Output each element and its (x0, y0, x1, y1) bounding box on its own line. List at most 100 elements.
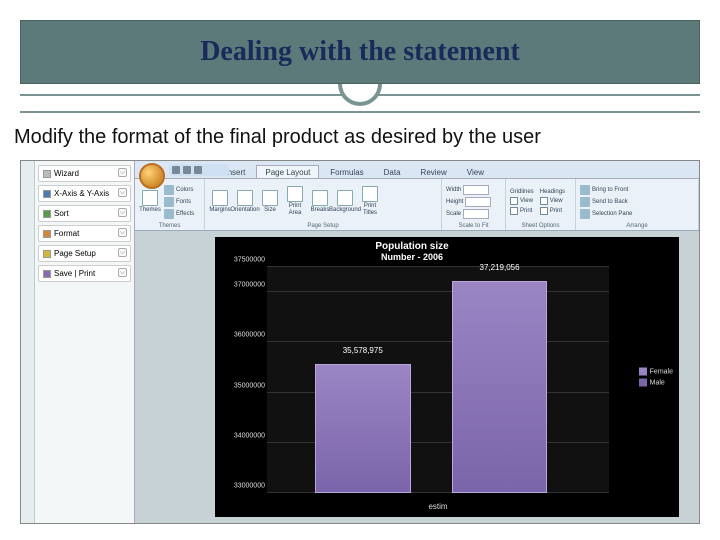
worksheet-area: Population size Number - 2006 35,578,975 (135, 231, 699, 523)
fonts-button[interactable]: Fonts (164, 197, 194, 207)
label: Height (446, 199, 463, 205)
wizard-item-saveprint[interactable]: Save | Print ⌵ (38, 265, 131, 282)
y-tick: 37000000 (219, 282, 265, 289)
breaks-icon (312, 190, 328, 206)
title-box: Dealing with the statement (20, 20, 700, 84)
label: Selection Pane (592, 211, 632, 217)
gridlines-print-checkbox[interactable]: Print (510, 207, 534, 215)
tab-view[interactable]: View (458, 165, 493, 178)
wizard-item-wizard[interactable]: Wizard ⌵ (38, 165, 131, 182)
background-button[interactable]: Background (334, 190, 356, 214)
scale-input[interactable] (463, 209, 489, 219)
tab-review[interactable]: Review (412, 165, 456, 178)
legend-label: Female (650, 368, 673, 375)
width-field[interactable]: Width (446, 185, 491, 195)
gridline (267, 291, 609, 292)
headings-print-checkbox[interactable]: Print (540, 207, 565, 215)
group-title: Page Setup (209, 223, 437, 229)
effects-button[interactable]: Effects (164, 209, 194, 219)
label: Bring to Front (592, 187, 628, 193)
label: Fonts (176, 199, 191, 205)
qat-icon[interactable] (183, 166, 191, 174)
margins-button[interactable]: Margins (209, 190, 231, 214)
selection-pane-button[interactable]: Selection Pane (580, 209, 632, 219)
wizard-label: Save | Print (54, 269, 95, 278)
wizard-label: Wizard (54, 169, 79, 178)
height-field[interactable]: Height (446, 197, 491, 207)
excel-window: Home Insert Page Layout Formulas Data Re… (135, 161, 699, 523)
colors-button[interactable]: Colors (164, 185, 194, 195)
width-input[interactable] (463, 185, 489, 195)
checkbox-icon (510, 197, 518, 205)
ribbon-body: Themes Colors Fonts Effects Themes Margi… (135, 179, 699, 231)
bar-male[interactable] (452, 281, 548, 493)
office-button[interactable] (139, 163, 165, 189)
square-icon (43, 190, 51, 198)
send-to-back-button[interactable]: Send to Back (580, 197, 632, 207)
height-input[interactable] (465, 197, 491, 207)
tab-data[interactable]: Data (375, 165, 410, 178)
bar-label-male: 37,219,056 (480, 263, 520, 272)
y-tick: 37500000 (219, 257, 265, 264)
expand-icon[interactable]: ⌵ (118, 168, 127, 177)
themes-button[interactable]: Themes (139, 190, 161, 214)
x-category-label: estim (428, 502, 447, 511)
tab-formulas[interactable]: Formulas (321, 165, 372, 178)
print-area-icon (287, 186, 303, 202)
gridline (267, 266, 609, 267)
legend-item-male: Male (639, 379, 673, 387)
background-icon (337, 190, 353, 206)
bring-to-front-button[interactable]: Bring to Front (580, 185, 632, 195)
chart-legend: Female Male (639, 368, 673, 387)
ribbon-group-scale: Width Height Scale Scale to Fit (442, 179, 506, 230)
tab-page-layout[interactable]: Page Layout (256, 165, 319, 178)
expand-icon[interactable]: ⌵ (118, 248, 127, 257)
headings-view-checkbox[interactable]: View (540, 197, 565, 205)
wizard-label: Sort (54, 209, 69, 218)
y-tick: 36000000 (219, 332, 265, 339)
size-icon (262, 190, 278, 206)
chart-title: Population size (215, 241, 609, 252)
wizard-item-sort[interactable]: Sort ⌵ (38, 205, 131, 222)
ribbon-group-pagesetup: Margins Orientation Size Print Area Brea… (205, 179, 442, 230)
breaks-button[interactable]: Breaks (309, 190, 331, 214)
square-icon (43, 210, 51, 218)
expand-icon[interactable]: ⌵ (118, 228, 127, 237)
front-icon (580, 185, 590, 195)
expand-icon[interactable]: ⌵ (118, 268, 127, 277)
y-tick: 34000000 (219, 432, 265, 439)
wizard-item-format[interactable]: Format⌵ (38, 225, 131, 242)
chart-subtitle: Number - 2006 (215, 252, 609, 262)
print-titles-button[interactable]: Print Titles (359, 186, 381, 217)
gridlines-view-checkbox[interactable]: View (510, 197, 534, 205)
label: Print (550, 208, 562, 214)
print-area-button[interactable]: Print Area (284, 186, 306, 217)
wizard-item-axes[interactable]: X-Axis & Y-Axis⌵ (38, 185, 131, 202)
title-ornament (338, 84, 382, 106)
orientation-button[interactable]: Orientation (234, 190, 256, 214)
expand-icon[interactable]: ⌵ (118, 208, 127, 217)
chart[interactable]: Population size Number - 2006 35,578,975 (215, 237, 679, 517)
slide: Dealing with the statement Modify the fo… (0, 0, 720, 540)
quick-access-toolbar[interactable] (169, 164, 229, 176)
size-button[interactable]: Size (259, 190, 281, 214)
y-tick: 35000000 (219, 382, 265, 389)
wizard-panel: Wizard ⌵ X-Axis & Y-Axis⌵ Sort ⌵ Format⌵ P… (35, 161, 135, 523)
scale-field[interactable]: Scale (446, 209, 491, 219)
orientation-icon (237, 190, 253, 206)
colors-icon (164, 185, 174, 195)
checkbox-icon (540, 207, 548, 215)
label: View (550, 198, 563, 204)
checkbox-icon (540, 197, 548, 205)
legend-item-female: Female (639, 368, 673, 376)
wizard-item-pagesetup[interactable]: Page Setup⌵ (38, 245, 131, 262)
qat-icon[interactable] (172, 166, 180, 174)
gridline (267, 341, 609, 342)
chart-plot-area: 35,578,975 37,219,056 (267, 267, 609, 493)
qat-icon[interactable] (194, 166, 202, 174)
label: Effects (176, 211, 194, 217)
expand-icon[interactable]: ⌵ (118, 188, 127, 197)
bar-female[interactable] (315, 364, 411, 493)
group-title: Scale to Fit (446, 223, 501, 229)
slide-title: Dealing with the statement (200, 36, 520, 68)
